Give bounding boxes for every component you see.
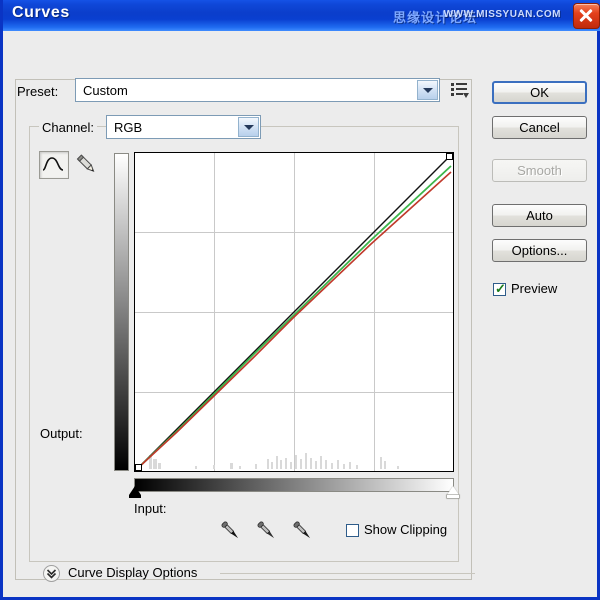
histogram	[149, 453, 399, 469]
preset-menu-glyph	[451, 83, 469, 98]
auto-button[interactable]: Auto	[492, 204, 587, 227]
preset-label: Preset:	[17, 84, 59, 99]
preset-menu-icon[interactable]	[450, 81, 470, 99]
curves-dialog-window: Curves 思缘设计论坛 WWW.MISSYUAN.COM Preset: C…	[0, 0, 600, 600]
black-point-marker[interactable]	[129, 486, 141, 498]
output-label: Output:	[40, 426, 83, 441]
eyedropper-white-glyph	[293, 521, 311, 539]
eyedropper-white-icon[interactable]	[290, 518, 316, 544]
pencil-tool-glyph	[76, 154, 95, 173]
smooth-button: Smooth	[492, 159, 587, 182]
eyedropper-gray-glyph	[257, 521, 275, 539]
cancel-button[interactable]: Cancel	[492, 116, 587, 139]
preset-dropdown[interactable]: Custom	[75, 78, 440, 102]
chevron-down-icon[interactable]	[238, 117, 259, 137]
chevron-down-glyph	[244, 125, 254, 130]
curve-plot	[137, 154, 452, 469]
curve-tool-glyph	[42, 157, 64, 171]
input-gradient-bar	[134, 478, 454, 492]
preview-label: Preview	[511, 281, 558, 296]
curves-graph[interactable]	[134, 152, 454, 472]
chevron-down-glyph	[423, 88, 433, 93]
close-icon[interactable]	[573, 3, 600, 29]
curve-display-options-label: Curve Display Options	[68, 565, 198, 580]
chevron-down-icon[interactable]	[417, 80, 438, 100]
title-bar: Curves 思缘设计论坛 WWW.MISSYUAN.COM	[3, 0, 600, 31]
series-baseline	[137, 154, 452, 469]
chevron-double-down-icon[interactable]	[43, 565, 60, 582]
show-clipping-checkbox[interactable]	[346, 524, 359, 537]
white-point-marker[interactable]	[447, 486, 459, 498]
preset-value: Custom	[83, 83, 128, 98]
eyedropper-black-glyph	[221, 521, 239, 539]
series-red	[137, 171, 452, 469]
eyedropper-black-icon[interactable]	[218, 518, 244, 544]
check-icon: ✓	[495, 281, 506, 296]
pencil-tool-icon[interactable]	[73, 151, 101, 179]
chevron-double-down-glyph	[46, 569, 57, 579]
curve-tool-icon[interactable]	[39, 151, 69, 179]
dialog-content: Preset: Custom Channel: RGB Output: Inpu…	[3, 31, 597, 597]
show-clipping-label: Show Clipping	[364, 522, 448, 537]
window-title: Curves	[12, 4, 70, 21]
output-gradient-bar	[114, 153, 129, 471]
curve-control-point-black[interactable]	[135, 464, 142, 471]
ok-button[interactable]: OK	[492, 81, 587, 104]
preview-checkbox[interactable]: ✓	[493, 281, 506, 296]
section-divider	[220, 573, 475, 574]
channel-label: Channel:	[39, 120, 98, 135]
curve-control-point-white[interactable]	[446, 153, 453, 160]
input-label: Input:	[134, 501, 167, 516]
channel-value: RGB	[114, 120, 143, 135]
watermark-url-text: WWW.MISSYUAN.COM	[443, 9, 561, 20]
channel-dropdown[interactable]: RGB	[106, 115, 261, 139]
options-button[interactable]: Options...	[492, 239, 587, 262]
eyedropper-gray-icon[interactable]	[254, 518, 280, 544]
